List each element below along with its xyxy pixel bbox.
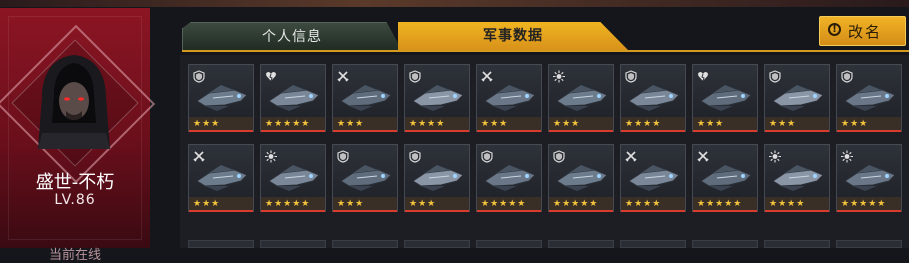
rename-button-label: 改名: [848, 23, 883, 41]
ship-image: [339, 79, 393, 115]
ship-image: [627, 159, 681, 195]
star-rating: ★★★: [405, 197, 469, 212]
star-rating: ★★★: [333, 197, 397, 212]
ship-card-partial[interactable]: [548, 240, 614, 248]
ship-card[interactable]: ★★★★★: [260, 64, 326, 132]
ship-card-partial[interactable]: [764, 240, 830, 248]
ship-image: [483, 79, 537, 115]
star-rating: ★★★★★: [261, 197, 325, 212]
player-status: 当前在线: [48, 248, 101, 263]
star-rating: ★★★★★: [261, 117, 325, 132]
ship-image: [483, 159, 537, 195]
ship-card[interactable]: ★★★: [764, 64, 830, 132]
ship-image: [267, 79, 321, 115]
ship-image: [699, 79, 753, 115]
ship-image: [771, 159, 825, 195]
ship-card[interactable]: ★★★★: [620, 64, 686, 132]
star-rating: ★★★: [189, 117, 253, 132]
ship-grid: ★★★ ★★★★★ ★★★ ★★★★ ★★★ ★★★ ★★★★ ★★★ ★★★ ★★★ ★★★ ★★★…: [180, 55, 909, 248]
ship-card[interactable]: ★★★★★: [476, 144, 542, 212]
ship-card[interactable]: ★★★: [332, 64, 398, 132]
ship-card[interactable]: ★★★★★: [548, 144, 614, 212]
ship-image: [555, 79, 609, 115]
ship-image: [195, 79, 249, 115]
ship-card[interactable]: ★★★: [332, 144, 398, 212]
ship-image: [699, 159, 753, 195]
ship-card-partial[interactable]: [332, 240, 398, 248]
ship-card[interactable]: ★★★: [692, 64, 758, 132]
ship-card[interactable]: ★★★: [836, 64, 902, 132]
ship-image: [339, 159, 393, 195]
star-rating: ★★★: [189, 197, 253, 212]
ship-card[interactable]: ★★★★: [764, 144, 830, 212]
ship-image: [411, 79, 465, 115]
ship-card-partial[interactable]: [188, 240, 254, 248]
star-rating: ★★★: [693, 117, 757, 132]
star-rating: ★★★★: [765, 197, 829, 212]
ship-card-partial[interactable]: [476, 240, 542, 248]
rename-button[interactable]: ! 改名: [819, 16, 906, 46]
ship-image: [771, 79, 825, 115]
player-name: 盛世-不朽: [35, 172, 115, 193]
ship-card[interactable]: ★★★: [476, 64, 542, 132]
tab-bar: 个人信息 军事数据: [182, 22, 632, 52]
ship-card[interactable]: ★★★★: [404, 64, 470, 132]
ship-card-partial[interactable]: [692, 240, 758, 248]
ship-card[interactable]: ★★★: [188, 144, 254, 212]
player-avatar[interactable]: [32, 53, 116, 149]
ship-card-partial[interactable]: [404, 240, 470, 248]
top-frame-bar: [0, 0, 909, 7]
ship-image: [195, 159, 249, 195]
ship-card[interactable]: ★★★★: [620, 144, 686, 212]
star-rating: ★★★: [765, 117, 829, 132]
ship-image: [411, 159, 465, 195]
tab-military-data[interactable]: 军事数据: [398, 22, 628, 50]
ship-card[interactable]: ★★★★★: [260, 144, 326, 212]
ship-card-partial[interactable]: [260, 240, 326, 248]
ship-card[interactable]: ★★★: [548, 64, 614, 132]
ship-card-partial[interactable]: [836, 240, 902, 248]
ship-card[interactable]: ★★★★★: [836, 144, 902, 212]
ship-image: [843, 159, 897, 195]
star-rating: ★★★★★: [837, 197, 901, 212]
ship-card-partial[interactable]: [620, 240, 686, 248]
ship-image: [555, 159, 609, 195]
star-rating: ★★★★★: [549, 197, 613, 212]
star-rating: ★★★: [837, 117, 901, 132]
star-rating: ★★★: [477, 117, 541, 132]
player-level: LV.86: [54, 192, 96, 208]
star-rating: ★★★★: [405, 117, 469, 132]
ship-card[interactable]: ★★★: [188, 64, 254, 132]
ship-image: [267, 159, 321, 195]
star-rating: ★★★★: [621, 197, 685, 212]
star-rating: ★★★: [549, 117, 613, 132]
info-icon: !: [828, 23, 841, 36]
star-rating: ★★★★★: [477, 197, 541, 212]
star-rating: ★★★★★: [693, 197, 757, 212]
ship-card[interactable]: ★★★★★: [692, 144, 758, 212]
star-rating: ★★★★: [621, 117, 685, 132]
tab-personal-info[interactable]: 个人信息: [182, 22, 402, 51]
ship-image: [843, 79, 897, 115]
tab-underline: [182, 50, 909, 52]
ship-card[interactable]: ★★★: [404, 144, 470, 212]
star-rating: ★★★: [333, 117, 397, 132]
ship-image: [627, 79, 681, 115]
player-panel: 盛世-不朽 LV.86 当前在线: [0, 8, 156, 263]
